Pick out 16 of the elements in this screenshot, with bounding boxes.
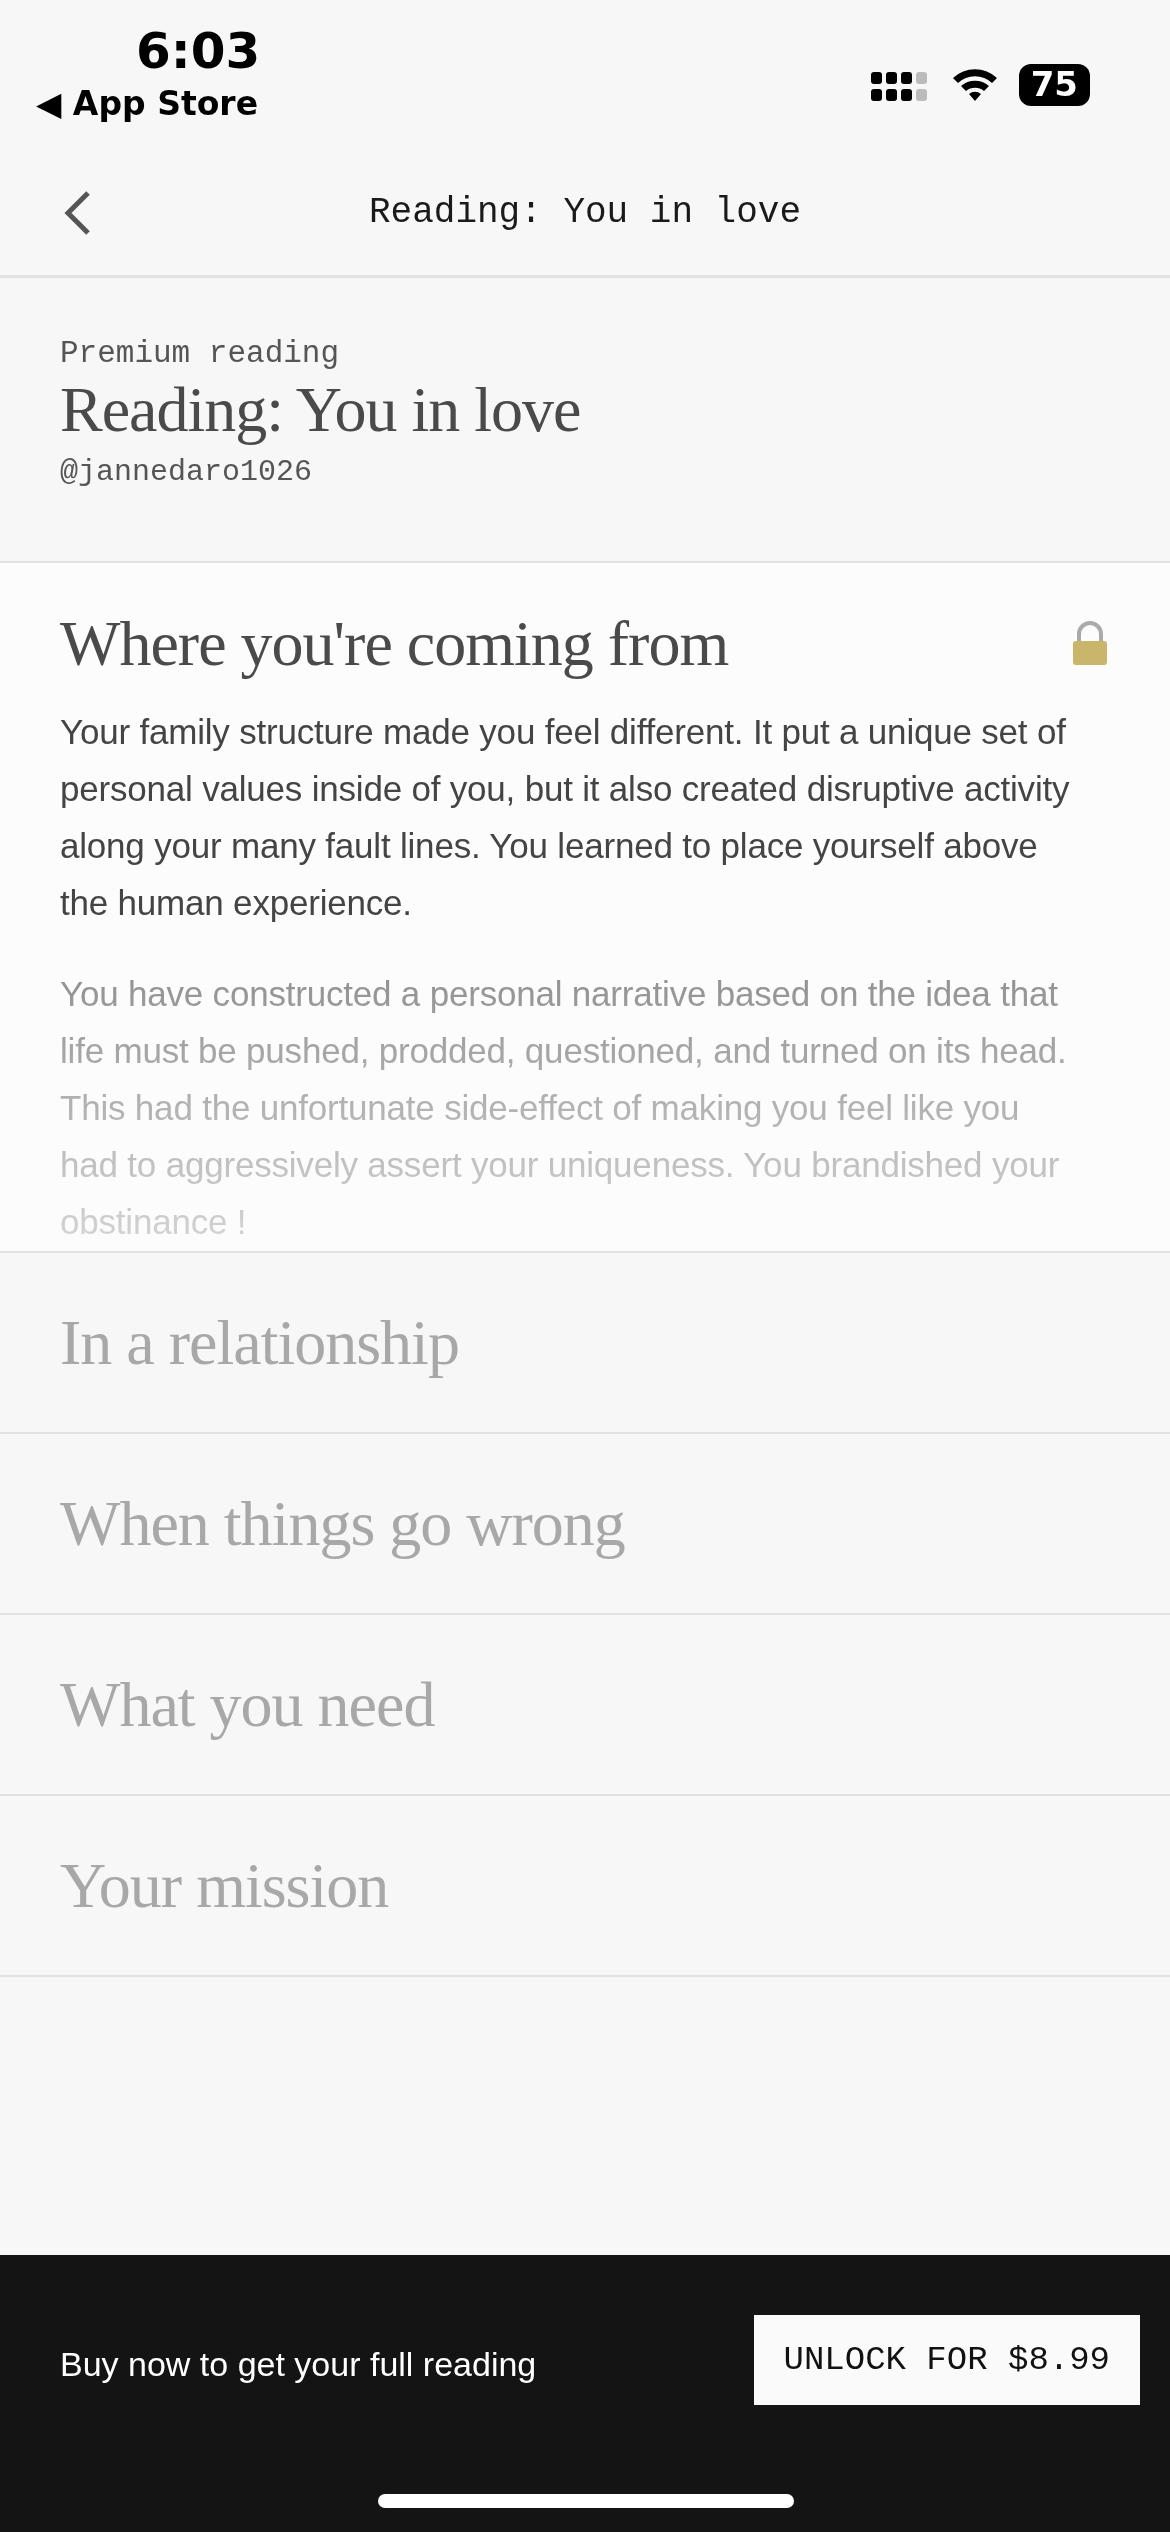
purchase-message: Buy now to get your full reading <box>60 2345 537 2384</box>
section-title[interactable]: When things go wrong <box>60 1486 625 1561</box>
reading-label: Premium reading <box>60 336 340 371</box>
section-title[interactable]: In a relationship <box>60 1305 459 1380</box>
app-store-back-link[interactable]: ◀ App Store <box>36 84 258 123</box>
section-title[interactable]: Where you're coming from <box>60 607 729 681</box>
battery-indicator: 75 <box>1018 64 1090 106</box>
section-title[interactable]: What you need <box>60 1667 435 1742</box>
unlock-button[interactable]: UNLOCK FOR $8.99 <box>753 2315 1140 2405</box>
reading-title: Reading: You in love <box>60 373 581 447</box>
status-time: 6:03 <box>136 22 261 80</box>
section-title[interactable]: Your mission <box>60 1848 389 1923</box>
lock-icon <box>1070 621 1110 667</box>
section-paragraph: Your family structure made you feel different. It put a unique set of personal values inside of you, but it also created disruptive activity along your many fault lines. You learned to place yourself above the human experience. <box>60 711 1071 924</box>
nav-title: Reading: You in love <box>368 192 802 233</box>
author-handle: @jannedaro1026 <box>60 455 313 489</box>
